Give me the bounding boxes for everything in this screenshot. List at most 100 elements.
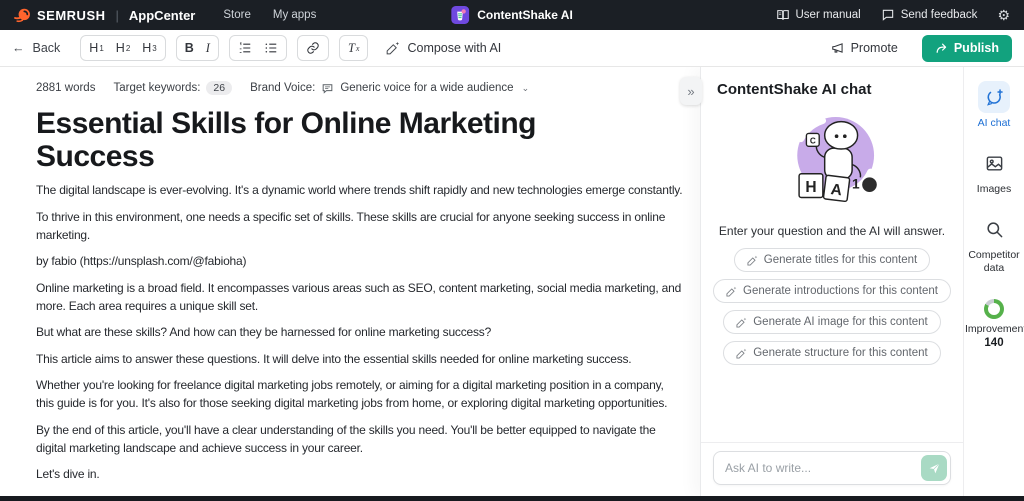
send-feedback-label: Send feedback [901, 9, 978, 21]
rail-label-images: Images [977, 183, 1011, 196]
italic-button[interactable]: I [200, 37, 216, 59]
magic-pen-icon [386, 41, 400, 55]
generate-structure-button[interactable]: Generate structure for this content [723, 341, 941, 365]
target-keywords[interactable]: Target keywords: 26 [113, 81, 232, 95]
h1-button[interactable]: H1 [83, 37, 109, 59]
send-button[interactable] [921, 455, 947, 481]
contentshake-logo-icon [451, 6, 469, 24]
megaphone-icon [831, 41, 845, 55]
feedback-bubble-icon [881, 8, 895, 22]
suggestion-buttons: Generate titles for this content Generat… [701, 248, 963, 365]
suite-name: AppCenter [129, 8, 195, 23]
h2-button[interactable]: H2 [110, 37, 136, 59]
tools-rail: AI chat Images Competitor data [963, 67, 1024, 496]
send-feedback-link[interactable]: Send feedback [881, 8, 978, 22]
generate-titles-button[interactable]: Generate titles for this content [734, 248, 930, 272]
article-paragraph[interactable]: by fabio (https://unsplash.com/@fabioha) [36, 252, 684, 270]
block-letter-a: A [830, 181, 843, 199]
images-icon [985, 154, 1004, 173]
rail-item-ai-chat[interactable]: AI chat [978, 81, 1011, 130]
ask-ai-input[interactable] [713, 451, 951, 485]
search-icon [985, 220, 1004, 239]
promote-label: Promote [851, 41, 898, 55]
publish-label: Publish [954, 41, 999, 55]
brand-voice-value: Generic voice for a wide audience [340, 82, 513, 94]
link-icon [306, 41, 320, 55]
collapse-panel-button[interactable]: » [680, 77, 702, 105]
settings-gear-icon[interactable]: ⚙ [997, 8, 1010, 22]
bullet-list-icon [264, 41, 278, 55]
compose-with-ai-button[interactable]: Compose with AI [386, 41, 501, 55]
generate-introductions-button[interactable]: Generate introductions for this content [713, 279, 951, 303]
block-letter-1: 1 [852, 176, 860, 191]
keywords-label: Target keywords: [113, 82, 200, 94]
ordered-list-button[interactable] [232, 37, 258, 59]
content-region: 2881 words Target keywords: 26 Brand Voi… [0, 67, 1024, 496]
nav-my-apps[interactable]: My apps [273, 9, 316, 21]
publish-arrow-icon [935, 42, 948, 55]
promote-button[interactable]: Promote [831, 41, 898, 55]
rail-label-competitor-data: Competitor data [965, 249, 1023, 275]
clear-format-button[interactable]: Tx [342, 37, 366, 59]
article-paragraph[interactable]: Let's dive in. [36, 465, 684, 483]
article-editor[interactable]: 2881 words Target keywords: 26 Brand Voi… [0, 67, 692, 496]
chat-hint-text: Enter your question and the AI will answ… [711, 224, 953, 238]
semrush-logo[interactable]: SEMRUSH | AppCenter [14, 7, 195, 24]
text-style-group: B I [176, 35, 219, 61]
brand-name: SEMRUSH [37, 8, 106, 23]
article-paragraph[interactable]: To thrive in this environment, one needs… [36, 208, 684, 244]
user-manual-link[interactable]: User manual [776, 8, 861, 22]
top-bar: SEMRUSH | AppCenter Store My apps Conten… [0, 0, 1024, 30]
block-letter-h: H [805, 179, 816, 196]
contentshake-chat-panel: ContentShake AI chat C H A [700, 67, 963, 496]
magic-pen-icon [736, 317, 747, 328]
improvements-progress-ring [984, 299, 1004, 319]
bullet-list-button[interactable] [258, 37, 284, 59]
article-paragraph[interactable]: Whether you're looking for freelance dig… [36, 376, 684, 412]
brand-divider: | [116, 8, 119, 23]
h3-button[interactable]: H3 [136, 37, 162, 59]
block-letter-c: C [810, 137, 816, 146]
article-title[interactable]: Essential Skills for Online Marketing Su… [36, 107, 636, 173]
rail-item-images[interactable]: Images [977, 147, 1011, 196]
article-paragraph[interactable]: Online marketing is a broad field. It en… [36, 279, 684, 315]
rail-item-improvements[interactable]: Improvements 140 [965, 293, 1023, 349]
rail-label-ai-chat: AI chat [978, 117, 1011, 130]
article-paragraph[interactable]: But what are these skills? And how can t… [36, 323, 684, 341]
article-paragraph[interactable]: This article aims to answer these questi… [36, 350, 684, 368]
chat-input-section [701, 442, 963, 496]
keywords-count-badge: 26 [206, 81, 232, 95]
ordered-list-icon [238, 41, 252, 55]
bold-button[interactable]: B [179, 37, 200, 59]
article-paragraph[interactable]: The digital landscape is ever-evolving. … [36, 181, 684, 199]
semrush-flame-icon [14, 7, 31, 24]
images-icon-box [978, 147, 1010, 179]
article-paragraph[interactable]: By the end of this article, you'll have … [36, 421, 684, 457]
insert-link-button[interactable] [300, 37, 326, 59]
magic-pen-icon [726, 286, 737, 297]
ai-chat-icon [985, 88, 1004, 107]
rail-item-competitor-data[interactable]: Competitor data [965, 213, 1023, 275]
compose-label: Compose with AI [407, 41, 501, 55]
topbar-right: User manual Send feedback ⚙ [776, 8, 1011, 22]
generate-ai-image-button[interactable]: Generate AI image for this content [723, 310, 941, 334]
back-label: Back [33, 41, 61, 55]
paper-plane-icon [928, 462, 941, 475]
publish-button[interactable]: Publish [922, 35, 1012, 62]
heading-buttons-group: H1 H2 H3 [80, 35, 165, 61]
robot-illustration: C H A 1 [701, 104, 963, 216]
app-name: ContentShake AI [477, 8, 573, 22]
ai-chat-icon-box [978, 81, 1010, 113]
back-button[interactable]: ← Back [12, 41, 60, 55]
nav-store[interactable]: Store [223, 9, 251, 21]
editor-toolbar: ← Back H1 H2 H3 B I [0, 30, 1024, 67]
competitor-data-icon-box [978, 213, 1010, 245]
user-manual-label: User manual [796, 9, 861, 21]
book-icon [776, 8, 790, 22]
magic-pen-icon [747, 255, 758, 266]
top-nav: Store My apps [223, 9, 316, 21]
rail-label-improvements: Improvements [965, 323, 1023, 336]
brand-voice-selector[interactable]: Brand Voice: Generic voice for a wide au… [250, 82, 529, 95]
bottom-window-edge [0, 496, 1024, 501]
document-stats: 2881 words Target keywords: 26 Brand Voi… [36, 81, 684, 95]
